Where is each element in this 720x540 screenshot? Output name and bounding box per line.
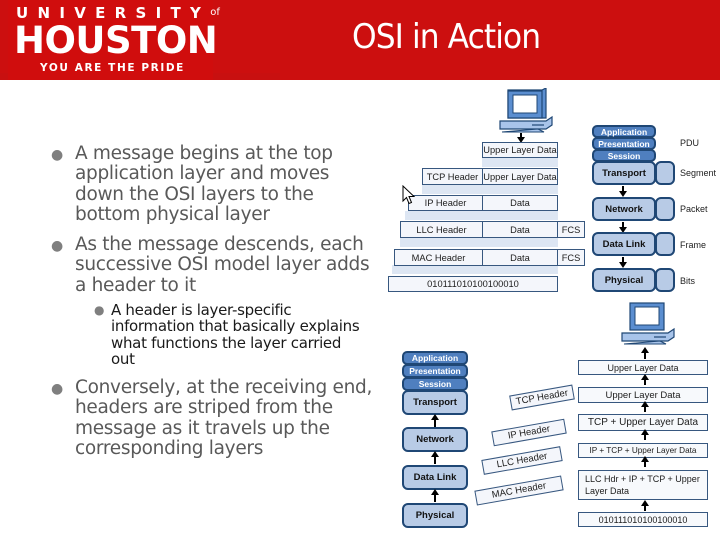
layer-session: Session bbox=[402, 377, 468, 391]
logo-tagline: YOU ARE THE PRIDE bbox=[40, 62, 185, 74]
arrow-up-icon bbox=[431, 489, 439, 502]
computer-icon bbox=[621, 302, 675, 345]
encap-cell: Data bbox=[482, 221, 558, 238]
arrow-up-icon bbox=[641, 500, 649, 511]
encap-cell: TCP Header bbox=[422, 168, 483, 185]
bullet-dot-icon: ● bbox=[51, 238, 63, 254]
encap-cell: LLC Header bbox=[400, 221, 483, 238]
encap-cell: Upper Layer Data bbox=[482, 142, 558, 158]
encap-cell: 010111010100100010 bbox=[388, 276, 558, 292]
bullet-dot-icon: ● bbox=[51, 147, 63, 163]
layer-network: Network bbox=[402, 427, 468, 452]
arrow-up-icon bbox=[431, 414, 439, 427]
encap-cell: MAC Header bbox=[394, 249, 483, 266]
bullet-dot-icon: ● bbox=[51, 381, 63, 397]
arrow-up-icon bbox=[431, 451, 439, 464]
layer-application: Application bbox=[402, 351, 468, 365]
bullet-dot-icon: ● bbox=[94, 303, 105, 317]
logo-of-text: of bbox=[210, 7, 220, 18]
arrow-down-icon bbox=[619, 186, 627, 197]
stack-row: Upper Layer Data bbox=[578, 360, 708, 375]
encap-cell: FCS bbox=[557, 249, 585, 266]
layer-transport: Transport bbox=[402, 390, 468, 415]
pdu-label-bits: Bits bbox=[680, 276, 696, 286]
sub-bullet-item: ● A header is layer-specific information… bbox=[94, 301, 360, 368]
layer-transport: Transport bbox=[592, 161, 656, 185]
band bbox=[482, 158, 558, 167]
logo-houston-text: HOUSTON bbox=[14, 19, 218, 62]
stripped-header: MAC Header bbox=[474, 475, 564, 506]
band bbox=[400, 238, 558, 247]
arrow-down-icon bbox=[619, 222, 627, 233]
slide-title: OSI in Action bbox=[352, 17, 541, 57]
arrow-up-icon bbox=[641, 347, 649, 359]
encap-cell: IP Header bbox=[408, 195, 483, 211]
bullet-item: ● Conversely, at the receiving end, head… bbox=[51, 377, 373, 459]
pdu-label-frame: Frame bbox=[680, 240, 707, 250]
encap-cell: Data bbox=[482, 249, 558, 266]
pdu-label-packet: Packet bbox=[680, 204, 708, 214]
pdu-label-segment: Segment bbox=[680, 168, 717, 178]
layer-physical: Physical bbox=[592, 268, 656, 292]
bullet-item: ● As the message descends, each successi… bbox=[51, 234, 370, 296]
arrow-up-icon bbox=[641, 429, 649, 440]
mouse-cursor-icon bbox=[402, 185, 416, 205]
arrow-up-icon bbox=[641, 374, 649, 385]
stack-row: 010111010100100010 bbox=[578, 512, 708, 527]
arrow-up-icon bbox=[641, 456, 649, 467]
layer-physical: Physical bbox=[402, 503, 468, 528]
encap-cell: Upper Layer Data bbox=[482, 168, 558, 185]
layer-data-link: Data Link bbox=[402, 465, 468, 490]
pdu-box bbox=[655, 232, 675, 256]
stripped-header: TCP Header bbox=[509, 384, 575, 411]
computer-icon bbox=[499, 88, 553, 133]
layer-presentation: Presentation bbox=[402, 364, 468, 378]
arrow-up-icon bbox=[641, 401, 649, 412]
bullet-item: ● A message begins at the top applicatio… bbox=[51, 143, 333, 225]
stack-row: LLC Hdr + IP + TCP + Upper Layer Data bbox=[578, 470, 708, 500]
stripped-header: LLC Header bbox=[481, 446, 563, 475]
pdu-box bbox=[655, 197, 675, 221]
pdu-box bbox=[655, 268, 675, 292]
pdu-box bbox=[655, 161, 675, 185]
layer-data-link: Data Link bbox=[592, 232, 656, 256]
encap-cell: FCS bbox=[557, 221, 585, 238]
band bbox=[422, 185, 558, 194]
encap-cell: Data bbox=[482, 195, 558, 211]
band bbox=[392, 265, 558, 274]
stripped-header: IP Header bbox=[491, 418, 567, 447]
arrow-down-icon bbox=[619, 257, 627, 268]
pdu-header-label: PDU bbox=[680, 138, 700, 148]
university-logo: UNIVERSITYof HOUSTON YOU ARE THE PRIDE bbox=[8, 0, 220, 80]
band bbox=[405, 211, 558, 220]
layer-network: Network bbox=[592, 197, 656, 221]
arrow-down-icon bbox=[517, 133, 525, 143]
